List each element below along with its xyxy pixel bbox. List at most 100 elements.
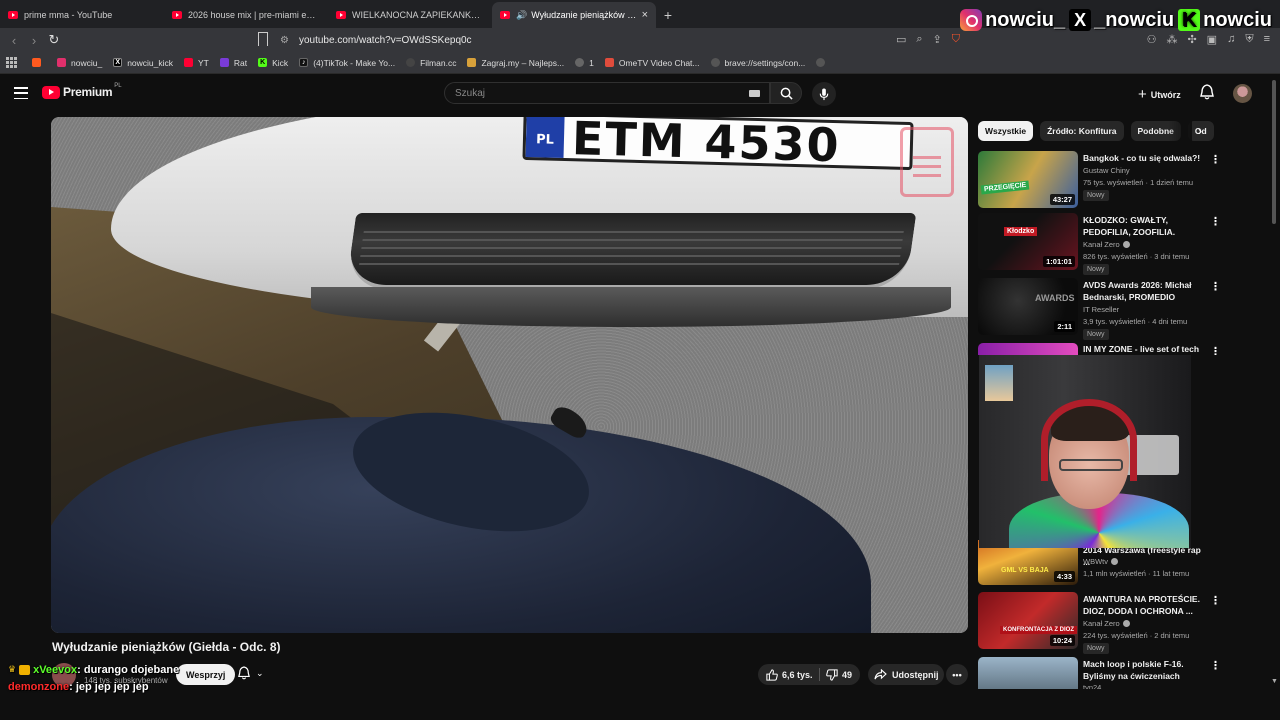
- chip-source[interactable]: Źródło: Konfitura: [1040, 121, 1124, 141]
- more-actions-button[interactable]: •••: [946, 664, 968, 685]
- share-button[interactable]: Udostępnij: [868, 664, 944, 685]
- account-avatar[interactable]: [1233, 84, 1252, 103]
- more-vertical-icon[interactable]: ⋮: [1210, 659, 1221, 672]
- video-thumbnail[interactable]: Kłodzko 1:01:01: [978, 213, 1078, 270]
- close-tab-icon[interactable]: ×: [642, 9, 648, 21]
- new-tab-button[interactable]: +: [656, 2, 680, 28]
- chevron-right-icon[interactable]: ›: [1198, 124, 1202, 138]
- url-text[interactable]: youtube.com/watch?v=OWdSSKepq0c: [299, 35, 472, 46]
- browser-tab[interactable]: prime mma - YouTube: [0, 2, 164, 28]
- badge-icon: [19, 664, 31, 675]
- video-thumbnail[interactable]: [978, 657, 1078, 689]
- create-button[interactable]: + Utwórz: [1138, 86, 1181, 103]
- bookmark-item[interactable]: YT: [184, 58, 209, 68]
- like-button[interactable]: 6,6 tys.: [766, 668, 813, 681]
- recommendation-item[interactable]: AWARDS 2:11 AVDS Awards 2026: Michał Bed…: [978, 278, 1268, 340]
- recommendation-item[interactable]: Kłodzko 1:01:01 KŁODZKO: GWAŁTY, PEDOFIL…: [978, 213, 1268, 275]
- bookmark-item[interactable]: [32, 58, 46, 67]
- dislike-button[interactable]: 49: [826, 668, 852, 681]
- video-thumbnail[interactable]: [978, 343, 1078, 355]
- video-duration: 4:33: [1053, 571, 1075, 582]
- bookmark-icon[interactable]: [258, 32, 268, 46]
- chat-username: xVeevox: [33, 663, 78, 676]
- recommendation-title[interactable]: AVDS Awards 2026: Michał Bednarski, PROM…: [1083, 279, 1207, 303]
- keyboard-icon[interactable]: [749, 90, 760, 97]
- browser-tab-active[interactable]: 🔊 Wyłudzanie pieniążków (Giełd ×: [492, 2, 656, 28]
- browser-tab[interactable]: 2026 house mix | pre-miami energy: [164, 2, 328, 28]
- hamburger-menu-icon[interactable]: [14, 87, 28, 99]
- bookmark-item[interactable]: Rat: [219, 58, 247, 68]
- video-thumbnail[interactable]: PRZEGIĘCIE 43:27: [978, 151, 1078, 208]
- bookmark-item[interactable]: [816, 58, 830, 67]
- brave-shield-icon[interactable]: ⛉: [952, 33, 960, 46]
- more-vertical-icon[interactable]: ⋮: [1210, 594, 1221, 607]
- bookmark-item[interactable]: OmeTV Video Chat...: [604, 58, 700, 68]
- url-field[interactable]: ⚙ youtube.com/watch?v=OWdSSKepq0c: [280, 31, 900, 49]
- more-vertical-icon[interactable]: ⋮: [1210, 153, 1221, 166]
- chip-all[interactable]: Wszystkie: [978, 121, 1034, 141]
- notifications-button[interactable]: [1200, 84, 1214, 105]
- apps-grid-icon[interactable]: [6, 56, 18, 69]
- recommendation-meta: 75 tys. wyświetleń · 1 dzień temu: [1083, 178, 1194, 187]
- subscription-bell-button[interactable]: ⌄: [238, 666, 264, 680]
- bookmark-item[interactable]: 1: [575, 58, 594, 68]
- bookmark-item[interactable]: Filman.cc: [406, 58, 456, 68]
- browser-tab[interactable]: WIELKANOCNA ZAPIEKANKA Z BIAŁ: [328, 2, 492, 28]
- recommendation-channel[interactable]: IT Reseller: [1083, 305, 1119, 314]
- stream-social-overlay: nowciu_ X _nowciu K nowciu: [960, 4, 1272, 36]
- thumbnail-text: GML VS BAJA: [1001, 567, 1049, 574]
- share-icon: [874, 669, 887, 680]
- video-player[interactable]: PL ETM 4530: [51, 117, 968, 633]
- channel-watermark-icon: [900, 127, 954, 197]
- zoom-icon[interactable]: ⌕: [916, 33, 922, 46]
- recommendation-channel[interactable]: Kanał Zero: [1083, 619, 1130, 628]
- stream-chat-overlay: ♛ xVeevox : durango dojebane demonzone :…: [8, 661, 179, 695]
- cast-icon[interactable]: ▭: [896, 33, 906, 46]
- speaker-icon[interactable]: 🔊: [516, 10, 527, 21]
- search-button[interactable]: [770, 82, 802, 104]
- recommendation-title[interactable]: Bangkok - co tu się odwala?!: [1083, 152, 1207, 164]
- recommendation-item[interactable]: KONFRONTACJA Z DIOZ 10:24 AWANTURA NA PR…: [978, 592, 1268, 654]
- address-bar-actions: ▭ ⌕ ⇪ ⛉: [896, 33, 960, 46]
- scroll-down-icon[interactable]: ▼: [1271, 678, 1278, 685]
- bookmark-item[interactable]: Zagraj.my – Najleps...: [467, 58, 564, 68]
- search-input[interactable]: Szukaj: [444, 82, 770, 104]
- site-info-icon[interactable]: ⚙: [280, 35, 289, 46]
- back-icon[interactable]: ‹: [4, 30, 24, 50]
- x-icon: X: [1069, 9, 1092, 31]
- recommendation-title[interactable]: Mach loop i polskie F-16. Byliśmy na ćwi…: [1083, 658, 1207, 682]
- bookmark-item[interactable]: K Kick: [258, 58, 288, 68]
- recommendation-item[interactable]: PRZEGIĘCIE 43:27 Bangkok - co tu się odw…: [978, 151, 1268, 211]
- recommendation-meta: 1,1 mln wyświetleń · 11 lat temu: [1083, 569, 1190, 578]
- youtube-logo[interactable]: Premium PL: [42, 83, 122, 99]
- page-scrollbar[interactable]: [1272, 80, 1276, 224]
- recommendation-channel[interactable]: Gustaw Chiny: [1083, 166, 1130, 175]
- bookmarks-bar: nowciu_ Xnowciu_kick YT Rat K Kick ♪ (4)Ti…: [0, 52, 1280, 74]
- globe-icon: [575, 58, 585, 67]
- more-vertical-icon[interactable]: ⋮: [1210, 215, 1221, 228]
- share-page-icon[interactable]: ⇪: [933, 33, 942, 46]
- reload-icon[interactable]: ↻: [44, 30, 64, 50]
- recommendation-title[interactable]: IN MY ZONE - live set of tech: [1083, 343, 1207, 355]
- bookmark-item[interactable]: Xnowciu_kick: [113, 58, 173, 68]
- recommendation-title[interactable]: AWANTURA NA PROTEŚCIE. DIOZ, DODA I OCHR…: [1083, 593, 1207, 617]
- bookmark-item[interactable]: nowciu_: [57, 58, 102, 68]
- recommendation-channel[interactable]: WBWtv: [1083, 557, 1118, 566]
- voice-search-button[interactable]: [812, 82, 836, 106]
- recommendation-item[interactable]: IN MY ZONE - live set of tech ⋮: [978, 343, 1268, 355]
- video-thumbnail[interactable]: AWARDS 2:11: [978, 278, 1078, 335]
- bookmark-item[interactable]: ♪ (4)TikTok - Make Yo...: [299, 58, 395, 68]
- more-vertical-icon[interactable]: ⋮: [1210, 280, 1221, 293]
- support-button[interactable]: Wesprzyj: [176, 664, 236, 685]
- more-vertical-icon[interactable]: ⋮: [1210, 345, 1221, 355]
- video-title: Wyłudzanie pieniążków (Giełda - Odc. 8): [52, 640, 281, 654]
- recommendation-channel[interactable]: Kanał Zero: [1083, 240, 1130, 249]
- recommendation-item[interactable]: Mach loop i polskie F-16. Byliśmy na ćwi…: [978, 657, 1268, 689]
- recommendation-channel[interactable]: tvn24: [1083, 683, 1101, 689]
- bookmark-item[interactable]: brave://settings/con...: [710, 58, 805, 68]
- video-thumbnail[interactable]: KONFRONTACJA Z DIOZ 10:24: [978, 592, 1078, 649]
- recommendation-title[interactable]: KŁODZKO: GWAŁTY, PEDOFILIA, ZOOFILIA. WS…: [1083, 214, 1207, 238]
- youtube-icon: [184, 58, 194, 67]
- forward-icon[interactable]: ›: [24, 30, 44, 50]
- kick-icon: K: [1178, 9, 1201, 31]
